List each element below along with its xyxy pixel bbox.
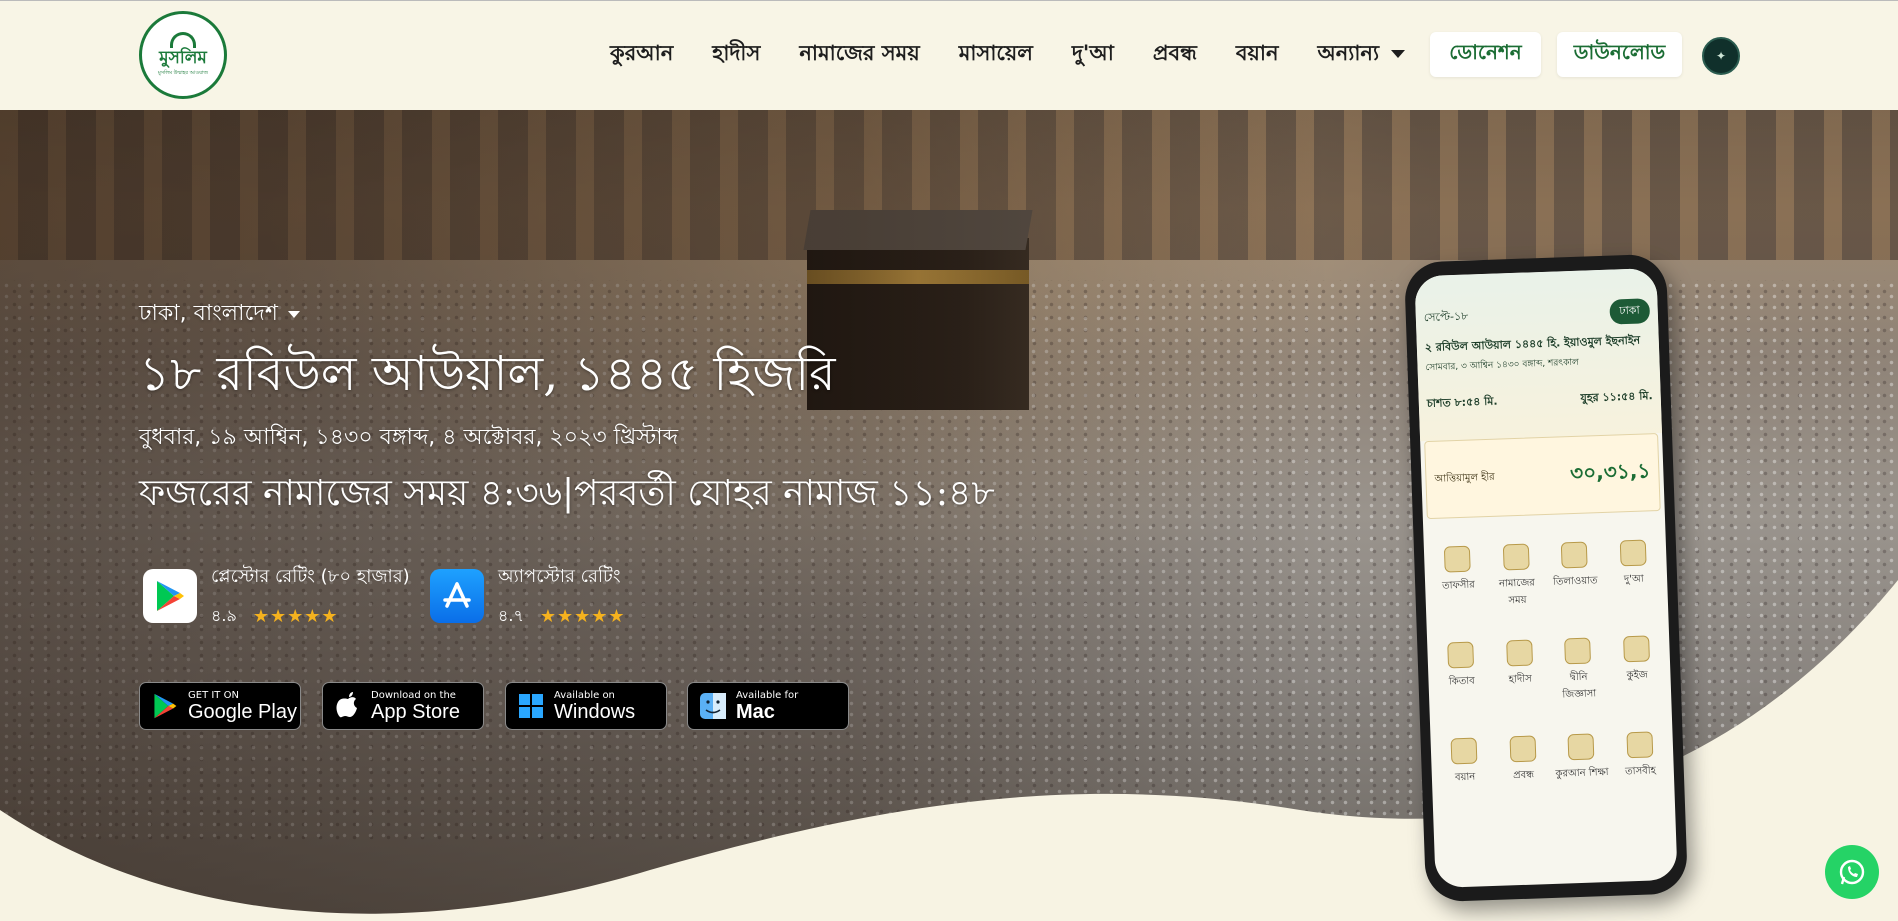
download-button[interactable]: ডাউনলোড [1557,32,1682,77]
board-icon [1567,733,1595,761]
star-rating-icon: ★★★★★ [252,606,339,627]
badge-big-text: App Store [371,700,460,723]
phone-grid-item: কুরআন শিক্ষা [1553,733,1609,784]
chevron-down-icon [1391,50,1406,58]
hero-section: ঢাকা, বাংলাদেশ ১৮ রবিউল আউয়াল, ১৪৪৫ হিজ… [0,110,1898,921]
nav-masael[interactable]: মাসায়েল [959,37,1033,72]
phone-screen: সেপ্টে-১৮ ঢাকা ২ রবিউল আউয়াল ১৪৪৫ হি. ই… [1414,267,1678,889]
globe-icon [1502,543,1530,571]
logo-text: মুসলিম [159,48,207,68]
phone-city-pill: ঢাকা [1609,298,1651,325]
phone-grid-item: কুইজ [1609,635,1666,703]
badge-small-text: GET IT ON [188,689,239,701]
nav-bayan[interactable]: বয়ান [1236,37,1279,72]
phone-mockup: সেপ্টে-১৮ ঢাকা ২ রবিউল আউয়াল ১৪৪৫ হি. ই… [1403,253,1689,903]
phone-grid-item: নামাজের সময় [1488,543,1545,611]
nav-others-dropdown[interactable]: অন্যান্য [1318,37,1406,72]
phone-banner-number: ৩০,৩১,১ [1569,457,1651,485]
phone-grid-item: তাফসীর [1430,545,1487,613]
google-play-icon [150,691,180,721]
prayer-time-line: ফজরের নামাজের সময় ৪:৩৬|পরবর্তী যোহর নাম… [139,473,995,514]
appstore-rating: অ্যাপস্টোর রেটিং ৪.৭ ★★★★★ [430,562,626,630]
playstore-score: ৪.৯ [211,606,237,625]
phone-grid-item: প্রবন্ধ [1495,735,1551,786]
phone-grid-item: হাদীস [1492,639,1549,707]
badge-small-text: Available for [736,689,799,701]
phone-banner: আত্তিয়ামুল হীর ৩০,৩১,১ [1424,433,1661,520]
appstore-score: ৪.৭ [498,606,524,625]
nav-dua[interactable]: দু'আ [1072,37,1114,72]
mac-badge[interactable]: Available for Mac [687,682,849,730]
phone-left-time: চাশত ৮:৫৪ মি. [1426,394,1498,411]
hijri-date: ১৮ রবিউল আউয়াল, ১৪৪৫ হিজরি [139,346,836,402]
quiz-icon [1622,635,1650,663]
app-store-icon [430,569,484,623]
chevron-down-icon [287,311,300,318]
windows-badge[interactable]: Available on Windows [505,682,667,730]
phone-grid-item: দু'আ [1605,539,1662,607]
phone-grid-item: বয়ান [1437,737,1493,788]
windows-icon [516,691,546,721]
hadith-book-icon [1505,639,1533,667]
whatsapp-icon [1839,859,1865,885]
playstore-rating: প্লেস্টোর রেটিং (৮০ হাজার) ৪.৯ ★★★★★ [143,562,410,630]
google-play-icon [143,569,197,623]
nav-articles[interactable]: প্রবন্ধ [1153,37,1197,72]
question-icon [1564,637,1592,665]
main-nav: কুরআন হাদীস নামাজের সময় মাসায়েল দু'আ প… [610,37,1423,71]
phone-grid-item: তাসবীহ [1612,731,1668,782]
phone-feature-grid: তাফসীর নামাজের সময় তিলাওয়াত দু'আ কিতাব… [1423,511,1674,788]
phone-grid-item: কিতাব [1433,641,1490,709]
nav-others-label: অন্যান্য [1317,40,1380,65]
location-label: ঢাকা, বাংলাদেশ [139,301,278,326]
apple-icon [333,691,363,721]
location-selector[interactable]: ঢাকা, বাংলাদেশ [139,296,300,333]
nav-hadith[interactable]: হাদীস [712,37,760,72]
tasbih-icon [1626,731,1654,759]
phone-date: সেপ্টে-১৮ [1423,309,1469,325]
phone-right-time: যুহর ১১:৫৪ মি. [1580,389,1653,405]
nav-prayer-times[interactable]: নামাজের সময় [799,37,919,72]
badge-big-text: Windows [554,700,636,723]
badge-big-text: Google Play [188,700,297,723]
site-logo[interactable]: মুসলিম মুসলিম উম্মাহর আওয়াজ [139,11,227,99]
badge-small-text: Download on the [371,689,456,701]
app-store-badge[interactable]: Download on the App Store [322,682,484,730]
mac-finder-icon [698,691,728,721]
appstore-rating-label: অ্যাপস্টোর রেটিং [498,566,621,587]
badge-small-text: Available on [554,689,615,701]
nav-quran[interactable]: কুরআন [610,37,673,72]
gregorian-bangla-date: বুধবার, ১৯ আশ্বিন, ১৪৩০ বঙ্গাব্দ, ৪ অক্ট… [139,425,679,450]
quran-stand-icon [1561,541,1588,569]
app-logo-icon[interactable]: ✦ [1702,37,1740,75]
books-icon [1447,641,1475,669]
book-icon [1444,545,1471,573]
playstore-rating-label: প্লেস্টোর রেটিং (৮০ হাজার) [211,566,410,587]
phone-grid-item: দ্বীনি জিজ্ঞাসা [1550,637,1607,705]
phone-grid-item: তিলাওয়াত [1547,541,1604,609]
phone-banner-title: আত্তিয়ামুল হীর [1434,471,1495,485]
microphone-icon [1450,737,1478,765]
badge-big-text: Mac [736,700,775,723]
logo-tagline: মুসলিম উম্মাহর আওয়াজ [157,70,208,76]
mosque-dome-icon [170,32,196,48]
article-icon [1509,735,1537,763]
star-rating-icon: ★★★★★ [539,606,626,627]
donate-button[interactable]: ডোনেশন [1430,32,1541,77]
hands-icon [1619,539,1647,567]
whatsapp-chat-button[interactable] [1825,845,1879,899]
top-navbar: মুসলিম মুসলিম উম্মাহর আওয়াজ কুরআন হাদীস… [0,0,1898,110]
google-play-badge[interactable]: GET IT ON Google Play [139,682,301,730]
